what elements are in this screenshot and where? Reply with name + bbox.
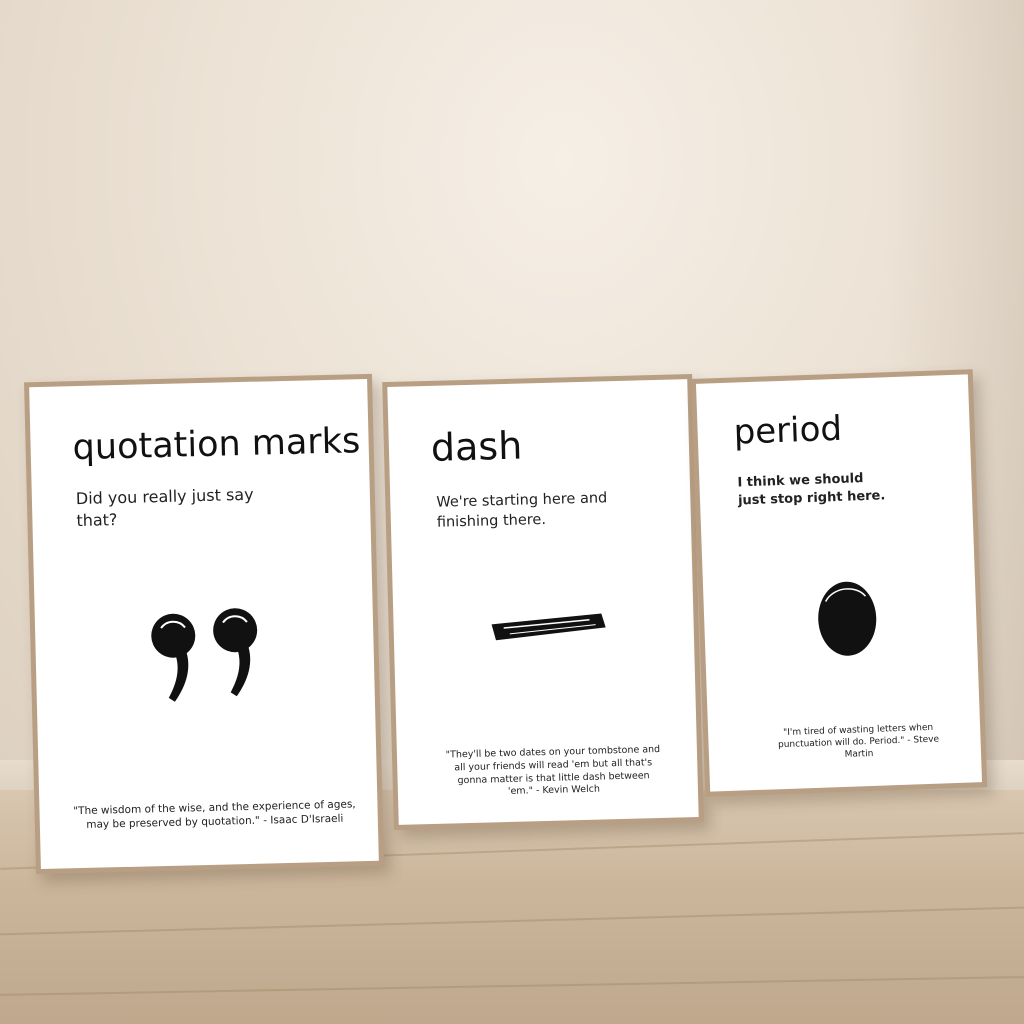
floor-plank-line: [0, 906, 1024, 936]
poster-quotation-marks: quotation marks Did you really just say …: [29, 378, 379, 870]
poster-subtitle: Did you really just say that?: [75, 484, 254, 530]
poster-frame-quotation-marks: quotation marks Did you really just say …: [24, 373, 384, 875]
period-icon: [818, 581, 877, 656]
dash-icon: [491, 613, 606, 641]
poster-dash: dash We're starting here and finishing t…: [387, 379, 699, 825]
poster-frame-dash: dash We're starting here and finishing t…: [382, 374, 704, 830]
poster-title: quotation marks: [72, 421, 361, 469]
poster-title: period: [732, 408, 843, 453]
poster-subtitle: We're starting here and finishing there.: [436, 490, 608, 531]
poster-period: period I think we should just stop right…: [695, 374, 983, 792]
poster-quote: "They'll be two dates on your tombstone …: [445, 743, 661, 798]
poster-subtitle: I think we should just stop right here.: [737, 471, 886, 509]
floor-plank-line: [0, 976, 1024, 996]
poster-title: dash: [430, 423, 523, 470]
quotation-marks-icon: [151, 608, 258, 702]
poster-frame-period: period I think we should just stop right…: [690, 369, 988, 797]
poster-quote: "I'm tired of wasting letters when punct…: [777, 722, 940, 761]
poster-quote: "The wisdom of the wise, and the experie…: [73, 798, 356, 832]
